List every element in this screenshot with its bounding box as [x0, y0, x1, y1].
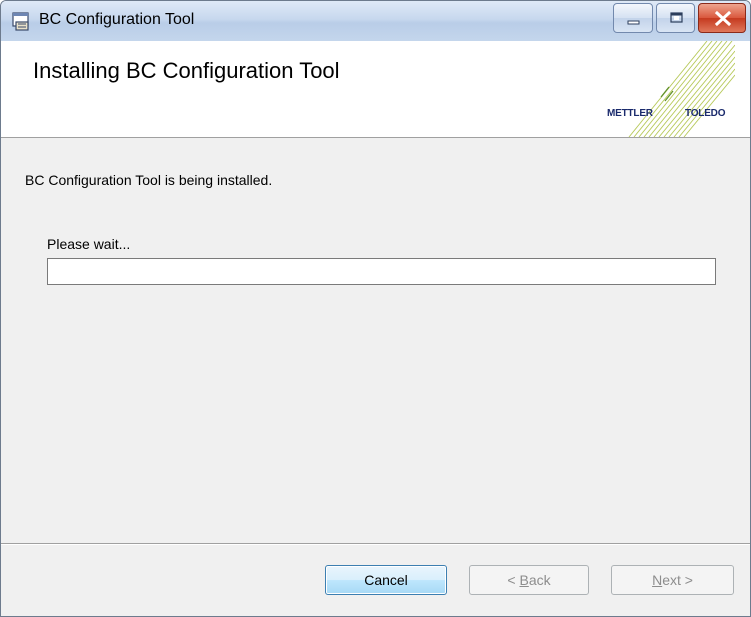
- status-message: BC Configuration Tool is being installed…: [25, 172, 273, 188]
- mettler-toledo-logo: METTLER TOLEDO: [589, 41, 735, 137]
- back-button[interactable]: < Back: [469, 565, 589, 595]
- back-button-accelerator: B: [519, 572, 529, 588]
- close-button[interactable]: [698, 3, 746, 33]
- logo-text-toledo: TOLEDO: [685, 108, 726, 119]
- installer-window: BC Configuration Tool Installing BC Conf…: [0, 0, 751, 617]
- installer-header: Installing BC Configuration Tool METTLER…: [1, 41, 750, 138]
- minimize-button[interactable]: [613, 3, 653, 33]
- logo-text-mettler: METTLER: [607, 108, 653, 119]
- window-title: BC Configuration Tool: [39, 11, 195, 28]
- minimize-icon: [627, 20, 640, 25]
- installer-app-icon: [12, 12, 29, 31]
- installer-body: BC Configuration Tool is being installed…: [1, 138, 750, 538]
- close-icon: [714, 10, 732, 27]
- back-button-label: ack: [528, 572, 551, 588]
- progress-label: Please wait...: [47, 236, 131, 252]
- logo-lines-graphic: [628, 41, 735, 137]
- cancel-button-label: Cancel: [364, 572, 408, 588]
- page-title: Installing BC Configuration Tool: [33, 58, 340, 83]
- maximize-button[interactable]: [656, 3, 695, 33]
- next-button[interactable]: Next >: [611, 565, 734, 595]
- back-button-prefix: <: [507, 572, 520, 588]
- install-progress-bar: [47, 258, 716, 285]
- cancel-button[interactable]: Cancel: [325, 565, 447, 595]
- maximize-icon: [670, 12, 683, 23]
- footer-divider: [1, 543, 750, 545]
- next-button-label: ext >: [662, 572, 693, 588]
- next-button-accelerator: N: [652, 572, 663, 588]
- title-bar[interactable]: BC Configuration Tool: [1, 1, 750, 41]
